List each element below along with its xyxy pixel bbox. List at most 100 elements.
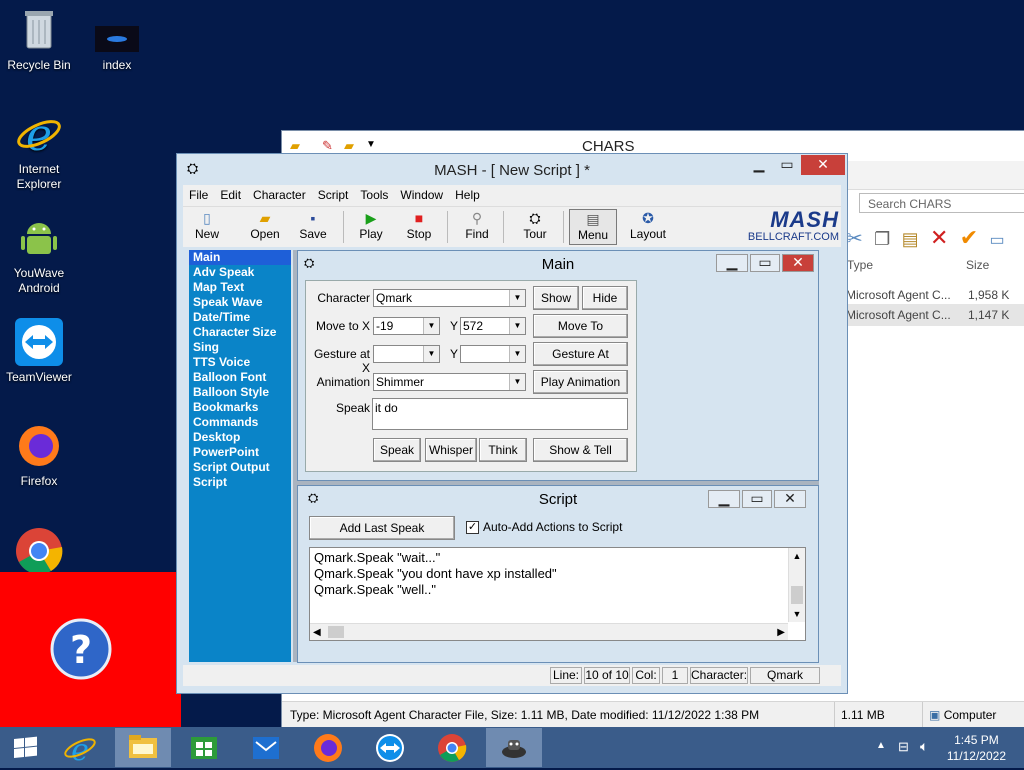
desktop-icon-index[interactable]: index bbox=[79, 6, 155, 73]
menu-edit[interactable]: Edit bbox=[214, 185, 247, 206]
find-button[interactable]: ⚲ Find bbox=[455, 209, 499, 245]
minimize-button[interactable]: ▁ bbox=[745, 155, 773, 175]
copy-icon[interactable]: ❐ bbox=[874, 229, 890, 249]
stop-button[interactable]: ■ Stop bbox=[397, 209, 441, 245]
main-subwindow[interactable]: ⛭ Main ▁ ▭ ✕ Character Qmark ▼ Show Hide … bbox=[297, 250, 819, 481]
taskbar-chrome[interactable] bbox=[424, 728, 480, 767]
feature-item[interactable]: Commands bbox=[189, 415, 291, 430]
taskbar-firefox[interactable] bbox=[300, 728, 356, 767]
clock[interactable]: 1:45 PM 11/12/2022 bbox=[947, 732, 1006, 764]
speak-textarea[interactable]: it do bbox=[372, 398, 628, 430]
open-button[interactable]: ▰ Open bbox=[243, 209, 287, 245]
chrome-icon[interactable] bbox=[15, 527, 63, 575]
horizontal-scrollbar[interactable]: ◀ ▶ bbox=[310, 623, 788, 640]
hide-button[interactable]: Hide bbox=[582, 286, 628, 310]
table-row[interactable]: Microsoft Agent C... 1,147 K bbox=[846, 304, 1024, 326]
taskbar-internet-explorer[interactable]: e bbox=[52, 728, 108, 768]
character-combo[interactable]: Qmark ▼ bbox=[373, 289, 526, 307]
menu-help[interactable]: Help bbox=[449, 185, 486, 206]
properties-icon[interactable]: ✎ bbox=[322, 138, 333, 154]
layout-button[interactable]: ✪ Layout bbox=[623, 209, 673, 245]
delete-icon[interactable]: ✕ bbox=[930, 225, 948, 250]
feature-item[interactable]: Adv Speak bbox=[189, 265, 291, 280]
cut-icon[interactable]: ✂ bbox=[846, 228, 863, 250]
gesture-x-combo[interactable]: ▼ bbox=[373, 345, 440, 363]
search-input[interactable]: Search CHARS bbox=[859, 193, 1024, 213]
move-x-combo[interactable]: -19 ▼ bbox=[373, 317, 440, 335]
think-button[interactable]: Think bbox=[479, 438, 527, 462]
taskbar-store[interactable] bbox=[176, 728, 232, 767]
menu-window[interactable]: Window bbox=[394, 185, 449, 206]
taskbar-file-explorer[interactable] bbox=[115, 728, 171, 767]
chevron-down-icon[interactable]: ▼ bbox=[366, 139, 376, 150]
chevron-down-icon[interactable]: ▼ bbox=[509, 374, 525, 390]
desktop-icon-recycle-bin[interactable]: Recycle Bin bbox=[1, 6, 77, 73]
new-folder-icon[interactable]: ▰ bbox=[344, 138, 354, 154]
scroll-thumb[interactable] bbox=[791, 586, 803, 604]
feature-item-main[interactable]: Main bbox=[189, 250, 291, 265]
show-button[interactable]: Show bbox=[533, 286, 579, 310]
feature-item[interactable]: Balloon Font bbox=[189, 370, 291, 385]
column-header-type[interactable]: Type bbox=[847, 258, 873, 272]
chevron-down-icon[interactable]: ▼ bbox=[509, 346, 525, 362]
move-y-combo[interactable]: 572 ▼ bbox=[460, 317, 526, 335]
feature-item[interactable]: Bookmarks bbox=[189, 400, 291, 415]
chevron-down-icon[interactable]: ▼ bbox=[423, 318, 439, 334]
scroll-right-icon[interactable]: ▶ bbox=[777, 625, 785, 641]
column-header-size[interactable]: Size bbox=[966, 258, 989, 272]
feature-item[interactable]: PowerPoint bbox=[189, 445, 291, 460]
feature-item[interactable]: Balloon Style bbox=[189, 385, 291, 400]
show-and-tell-button[interactable]: Show & Tell bbox=[533, 438, 628, 462]
desktop-icon-teamviewer[interactable]: TeamViewer bbox=[1, 318, 77, 385]
gesture-y-combo[interactable]: ▼ bbox=[460, 345, 526, 363]
speak-button[interactable]: Speak bbox=[373, 438, 421, 462]
animation-combo[interactable]: Shimmer ▼ bbox=[373, 373, 526, 391]
maximize-button[interactable]: ▭ bbox=[773, 155, 801, 175]
feature-item[interactable]: Speak Wave bbox=[189, 295, 291, 310]
auto-add-checkbox[interactable]: ✓ bbox=[466, 521, 479, 534]
menu-script[interactable]: Script bbox=[312, 185, 355, 206]
feature-item[interactable]: Character Size bbox=[189, 325, 291, 340]
scroll-thumb[interactable] bbox=[328, 626, 344, 638]
scroll-up-icon[interactable]: ▲ bbox=[789, 548, 805, 564]
feature-item[interactable]: TTS Voice bbox=[189, 355, 291, 370]
rename-icon[interactable]: ▭ bbox=[990, 232, 1005, 249]
minimize-button[interactable]: ▁ bbox=[716, 254, 748, 272]
whisper-button[interactable]: Whisper bbox=[425, 438, 477, 462]
move-to-button[interactable]: Move To bbox=[533, 314, 628, 338]
gesture-at-button[interactable]: Gesture At bbox=[533, 342, 628, 366]
desktop-icon-firefox[interactable]: Firefox bbox=[1, 422, 77, 489]
add-last-speak-button[interactable]: Add Last Speak bbox=[309, 516, 455, 540]
network-icon[interactable]: ⊟ bbox=[898, 739, 909, 755]
volume-icon[interactable]: 🔈︎ bbox=[920, 738, 928, 755]
taskbar-mail[interactable] bbox=[238, 728, 294, 767]
close-button[interactable]: ✕ bbox=[782, 254, 814, 272]
taskbar-mash[interactable] bbox=[486, 728, 542, 767]
close-button[interactable]: ✕ bbox=[774, 490, 806, 508]
desktop-icon-youwave[interactable]: YouWave Android bbox=[1, 214, 77, 296]
feature-item[interactable]: Sing bbox=[189, 340, 291, 355]
close-button[interactable]: ✕ bbox=[801, 155, 845, 175]
feature-item[interactable]: Script bbox=[189, 475, 291, 490]
chevron-down-icon[interactable]: ▼ bbox=[509, 318, 525, 334]
chevron-down-icon[interactable]: ▼ bbox=[509, 290, 525, 306]
feature-item[interactable]: Desktop bbox=[189, 430, 291, 445]
feature-item[interactable]: Script Output bbox=[189, 460, 291, 475]
play-button[interactable]: ▶ Play bbox=[349, 209, 393, 245]
script-subwindow[interactable]: ⛭ Script ▁ ▭ ✕ Add Last Speak ✓ Auto-Add… bbox=[297, 485, 819, 663]
maximize-button[interactable]: ▭ bbox=[742, 490, 772, 508]
table-row[interactable]: Microsoft Agent C... 1,958 K bbox=[846, 284, 1024, 306]
desktop-icon-internet-explorer[interactable]: e Internet Explorer bbox=[1, 110, 77, 192]
show-hidden-icons-icon[interactable]: ▲ bbox=[876, 740, 886, 751]
start-button[interactable] bbox=[0, 728, 50, 767]
new-button[interactable]: ▯ New bbox=[185, 209, 229, 245]
tour-button[interactable]: ⛭ Tour bbox=[513, 209, 557, 245]
maximize-button[interactable]: ▭ bbox=[750, 254, 780, 272]
vertical-scrollbar[interactable]: ▲ ▼ bbox=[788, 548, 805, 622]
chevron-down-icon[interactable]: ▼ bbox=[423, 346, 439, 362]
script-editor[interactable]: Qmark.Speak "wait..." Qmark.Speak "you d… bbox=[309, 547, 806, 641]
feature-item[interactable]: Date/Time bbox=[189, 310, 291, 325]
check-icon[interactable]: ✔ bbox=[960, 225, 978, 250]
minimize-button[interactable]: ▁ bbox=[708, 490, 740, 508]
menu-toggle-button[interactable]: ▤ Menu bbox=[569, 209, 617, 245]
